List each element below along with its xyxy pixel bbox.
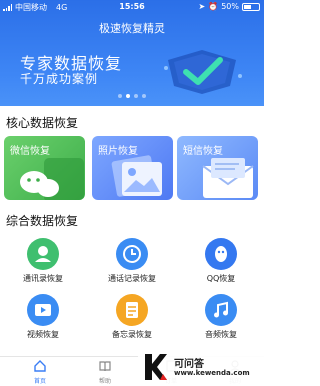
audio-recovery-item[interactable]: 音频恢复 [188, 294, 254, 340]
item-label: 通话记录恢复 [108, 274, 156, 283]
video-recovery-item[interactable]: 视频恢复 [10, 294, 76, 340]
tab-help[interactable]: 帮助 [80, 359, 130, 385]
qq-icon [205, 238, 237, 270]
sms-recovery-card[interactable]: 短信恢复 [177, 136, 258, 200]
call-log-recovery-item[interactable]: 通话记录恢复 [99, 238, 165, 284]
help-icon [99, 361, 111, 372]
memo-recovery-item[interactable]: 备忘录恢复 [99, 294, 165, 340]
item-label: 视频恢复 [27, 330, 59, 339]
header-banner: 中国移动 4G 15:56 ➤ ⏰ 50% 极速恢复精灵 专家数据恢复 千万成功… [0, 0, 264, 106]
battery-label: 50% [221, 2, 239, 11]
pager-dot[interactable] [118, 94, 122, 98]
tab-label: 帮助 [98, 378, 111, 385]
status-bar: 中国移动 4G 15:56 ➤ ⏰ 50% [0, 0, 264, 14]
pager-dot[interactable] [134, 94, 138, 98]
watermark-url: www.kewenda.com [174, 369, 250, 377]
battery-icon [242, 2, 260, 11]
general-section-title: 综合数据恢复 [6, 214, 79, 228]
card-label: 短信恢复 [183, 146, 223, 157]
pager-dot-active[interactable] [126, 94, 130, 98]
pager-dot[interactable] [142, 94, 146, 98]
watermark: 可问答 www.kewenda.com [138, 350, 264, 386]
item-label: 音频恢复 [205, 330, 237, 339]
memo-icon [116, 294, 148, 326]
tab-label: 首页 [33, 378, 46, 385]
call-log-icon [116, 238, 148, 270]
tab-home[interactable]: 首页 [15, 359, 65, 385]
card-label: 照片恢复 [98, 146, 138, 157]
contacts-icon [27, 238, 59, 270]
card-label: 微信恢复 [10, 146, 50, 157]
home-icon [34, 360, 46, 372]
video-icon [27, 294, 59, 326]
alarm-icon: ⏰ [208, 2, 219, 11]
kewenda-logo-icon [145, 354, 167, 380]
item-label: QQ恢复 [206, 274, 236, 283]
item-label: 备忘录恢复 [112, 330, 152, 339]
banner-subline[interactable]: 千万成功案例 [20, 70, 98, 87]
audio-icon [205, 294, 237, 326]
qq-recovery-item[interactable]: QQ恢复 [188, 238, 254, 284]
item-label: 通讯录恢复 [23, 274, 63, 283]
app-title: 极速恢复精灵 [99, 22, 165, 35]
wechat-recovery-card[interactable]: 微信恢复 [4, 136, 85, 200]
location-icon: ➤ [198, 2, 206, 11]
photo-recovery-card[interactable]: 照片恢复 [92, 136, 173, 200]
banner-pager[interactable] [0, 94, 264, 98]
contacts-recovery-item[interactable]: 通讯录恢复 [10, 238, 76, 284]
shield-check-icon [164, 50, 242, 94]
watermark-name: 可问答 [174, 359, 204, 370]
core-section-title: 核心数据恢复 [6, 116, 79, 130]
